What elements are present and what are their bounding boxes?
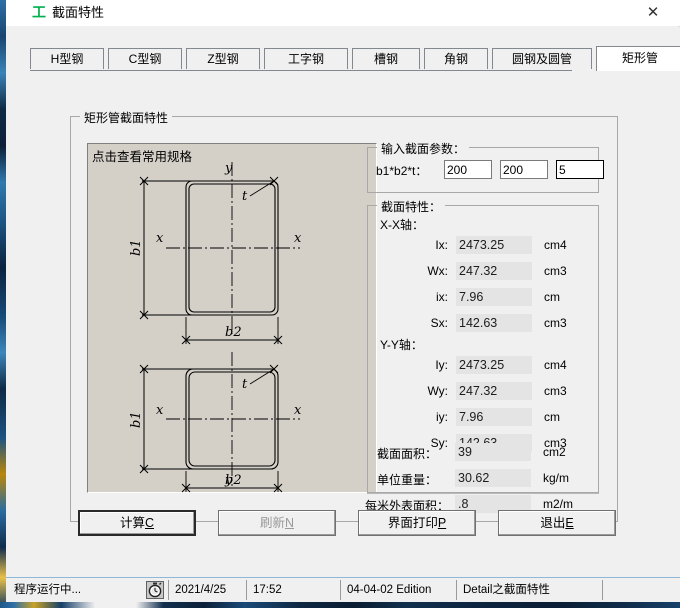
tab-rect-tube[interactable]: 矩形管 <box>596 46 680 71</box>
close-icon[interactable]: ✕ <box>640 3 666 23</box>
tab-round-bar-pipe[interactable]: 圆钢及圆管 <box>492 48 592 69</box>
dim-label-b2-bottom: b2 <box>225 473 242 488</box>
status-cell-module: Detail之截面特性 <box>456 580 600 600</box>
yy-axis-label: Y-Y轴： <box>380 338 423 352</box>
tab-channel[interactable]: 槽钢 <box>352 48 420 69</box>
tab-strip: H型钢 C型钢 Z型钢 工字钢 槽钢 角钢 圆钢及圆管 矩形管 <box>30 46 680 71</box>
exit-button-accel: E <box>565 516 574 530</box>
tab-i-beam[interactable]: 工字钢 <box>264 48 348 69</box>
status-cell-spare <box>602 580 678 600</box>
app-window: 工 截面特性 ✕ H型钢 C型钢 Z型钢 工字钢 槽钢 角钢 圆钢及圆管 矩形管… <box>0 0 680 608</box>
prop-unit-ix-radius: cm <box>544 290 560 304</box>
refresh-button-accel: N <box>284 516 295 530</box>
summary-value-area: 39 <box>455 443 531 461</box>
calculate-button-label: 计算 <box>119 516 145 530</box>
prop-label-wy: Wy: <box>427 384 448 398</box>
computed-properties-label: 截面特性： <box>377 198 446 215</box>
stopwatch-icon[interactable] <box>146 581 164 599</box>
calculate-button-accel: C <box>144 516 155 530</box>
ibeam-icon: 工 <box>32 5 46 21</box>
figure-panel[interactable]: 点击查看常用规格 y x x b1 t b2 y x x b1 t b2 <box>87 143 377 493</box>
dialog-body: H型钢 C型钢 Z型钢 工字钢 槽钢 角钢 圆钢及圆管 矩形管 矩形管截面特性 … <box>6 26 680 578</box>
t-input[interactable] <box>556 160 604 179</box>
dim-label-b2-top: b2 <box>225 325 242 340</box>
prop-value-ix-radius: 7.96 <box>456 288 532 306</box>
refresh-button[interactable]: 刷新N <box>218 510 336 536</box>
b2-input[interactable] <box>500 160 548 179</box>
tab-h-section[interactable]: H型钢 <box>30 48 104 69</box>
print-button-label: 界面打印 <box>387 516 438 530</box>
summary-unit-area: cm2 <box>543 445 566 459</box>
summary-label-weight: 单位重量： <box>377 473 438 487</box>
summary-unit-surface: m2/m <box>543 497 573 511</box>
prop-unit-ix: cm4 <box>544 238 567 252</box>
dim-label-b1-top: b1 <box>129 239 144 256</box>
status-cell-time: 17:52 <box>246 580 338 600</box>
dim-label-t-bottom: t <box>242 377 248 392</box>
prop-unit-sx: cm3 <box>544 316 567 330</box>
prop-value-sx: 142.63 <box>456 314 532 332</box>
dim-label-t-top: t <box>242 189 248 204</box>
status-cell-running: 程序运行中... <box>14 584 82 596</box>
b1-input[interactable] <box>444 160 492 179</box>
summary-unit-weight: kg/m <box>543 471 570 485</box>
section-properties-group: 矩形管截面特性 点击查看常用规格 y x x b1 t b2 y x x b1 … <box>70 109 618 522</box>
summary-divider <box>367 493 599 494</box>
prop-unit-iy: cm4 <box>544 358 567 372</box>
prop-unit-wy: cm3 <box>544 384 567 398</box>
exit-button[interactable]: 退出E <box>498 510 616 536</box>
title-bar: 工 截面特性 ✕ <box>6 0 680 27</box>
prop-value-iy-radius: 7.96 <box>456 408 532 426</box>
print-button-accel: P <box>437 516 447 530</box>
axis-label-x-right-bottom: x <box>294 403 302 418</box>
input-parameters-label: 输入截面参数： <box>377 140 470 157</box>
xx-axis-label: X-X轴： <box>380 218 425 232</box>
calculate-button[interactable]: 计算C <box>78 510 196 536</box>
prop-value-wx: 247.32 <box>456 262 532 280</box>
prop-label-ix-radius: ix: <box>436 290 448 304</box>
axis-label-x-left-top: x <box>156 231 164 246</box>
window-title: 截面特性 <box>52 5 105 20</box>
status-cell-edition: 04-04-02 Edition <box>340 580 454 600</box>
refresh-button-label: 刷新 <box>259 516 285 530</box>
dimension-field-label: b1*b2*t： <box>376 164 428 178</box>
axis-label-y-top: y <box>224 161 233 176</box>
tab-underline <box>30 70 572 71</box>
status-cell-date: 2021/4/25 <box>168 580 244 600</box>
prop-label-ix: Ix: <box>435 238 448 252</box>
prop-value-iy: 2473.25 <box>456 356 532 374</box>
prop-label-iy: Iy: <box>435 358 448 372</box>
section-properties-group-label: 矩形管截面特性 <box>80 109 173 126</box>
tab-z-section[interactable]: Z型钢 <box>186 48 260 69</box>
section-diagram: y x x b1 t b2 y x x b1 t b2 <box>129 161 302 493</box>
axis-label-x-left-bottom: x <box>156 403 164 418</box>
prop-unit-iy-radius: cm <box>544 410 560 424</box>
tab-angle[interactable]: 角钢 <box>424 48 488 69</box>
common-specs-link[interactable]: 点击查看常用规格 <box>92 146 192 165</box>
prop-label-sx: Sx: <box>430 316 448 330</box>
prop-value-ix: 2473.25 <box>456 236 532 254</box>
prop-unit-wx: cm3 <box>544 264 567 278</box>
print-button[interactable]: 界面打印P <box>358 510 476 536</box>
axis-label-x-right-top: x <box>294 231 302 246</box>
status-bar: 程序运行中... 2021/4/25 17:52 04-04-02 Editio… <box>6 577 680 602</box>
exit-button-label: 退出 <box>540 516 566 530</box>
prop-value-wy: 247.32 <box>456 382 532 400</box>
prop-label-iy-radius: iy: <box>436 410 448 424</box>
summary-label-area: 截面面积： <box>377 447 438 461</box>
summary-value-weight: 30.62 <box>455 469 531 487</box>
tab-c-section[interactable]: C型钢 <box>108 48 182 69</box>
dim-label-b1-bottom: b1 <box>129 411 144 428</box>
desktop-background-bottom <box>0 602 680 608</box>
prop-label-wx: Wx: <box>427 264 448 278</box>
input-parameters-group: 输入截面参数： b1*b2*t： <box>367 140 604 193</box>
